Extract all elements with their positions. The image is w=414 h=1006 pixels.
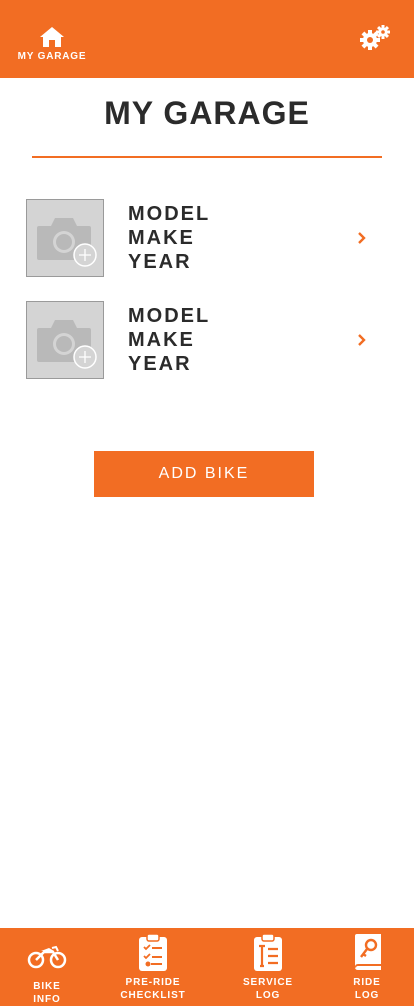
nav-label: BIKE <box>33 981 61 992</box>
chevron-right-icon[interactable] <box>356 231 368 245</box>
checklist-icon <box>139 933 167 971</box>
nav-label: CHECKLIST <box>120 990 186 1001</box>
chevron-right-icon[interactable] <box>356 333 368 347</box>
bike-list-item[interactable]: MODEL MAKE YEAR <box>26 199 376 277</box>
nav-label: LOG <box>354 990 380 1001</box>
home-icon <box>40 27 64 47</box>
bike-photo-placeholder[interactable] <box>26 199 104 277</box>
service-clipboard-icon <box>254 933 282 971</box>
nav-bike-info[interactable]: BIKE INFO <box>16 928 78 1006</box>
nav-label: SERVICE <box>242 977 294 988</box>
bike-model: MODEL <box>128 203 211 225</box>
nav-label: PRE-RIDE <box>125 977 181 988</box>
camera-add-icon <box>37 218 97 267</box>
home-label: MY GARAGE <box>17 51 87 62</box>
bike-photo-placeholder[interactable] <box>26 301 104 379</box>
bike-model: MODEL <box>128 305 211 327</box>
bike-details: MODEL MAKE YEAR <box>128 304 210 376</box>
bike-list-item[interactable]: MODEL MAKE YEAR <box>26 301 376 379</box>
title-divider <box>32 156 382 158</box>
bike-details: MODEL MAKE YEAR <box>128 202 210 274</box>
page-title: MY GARAGE <box>104 95 310 131</box>
nav-label: LOG <box>255 990 281 1001</box>
gears-icon[interactable] <box>360 25 390 51</box>
nav-ride-log[interactable]: RIDE LOG <box>342 928 392 1006</box>
bike-year: YEAR <box>128 353 192 375</box>
top-bar: MY GARAGE <box>0 0 414 78</box>
ride-book-icon <box>355 934 381 970</box>
bike-year: YEAR <box>128 251 192 273</box>
bike-make: MAKE <box>128 227 195 249</box>
nav-label: INFO <box>33 994 61 1005</box>
add-bike-button[interactable]: ADD BIKE <box>94 451 314 497</box>
bike-make: MAKE <box>128 329 195 351</box>
nav-service-log[interactable]: SERVICE LOG <box>236 928 300 1006</box>
camera-add-icon <box>37 320 97 369</box>
nav-label: RIDE <box>353 977 381 988</box>
motorcycle-icon <box>27 945 67 969</box>
nav-pre-ride-checklist[interactable]: PRE-RIDE CHECKLIST <box>112 928 194 1006</box>
bottom-nav: BIKE INFO PRE-RIDE CHECKLIST SERVICE LOG <box>0 928 414 1006</box>
home-button[interactable]: MY GARAGE <box>12 26 92 66</box>
